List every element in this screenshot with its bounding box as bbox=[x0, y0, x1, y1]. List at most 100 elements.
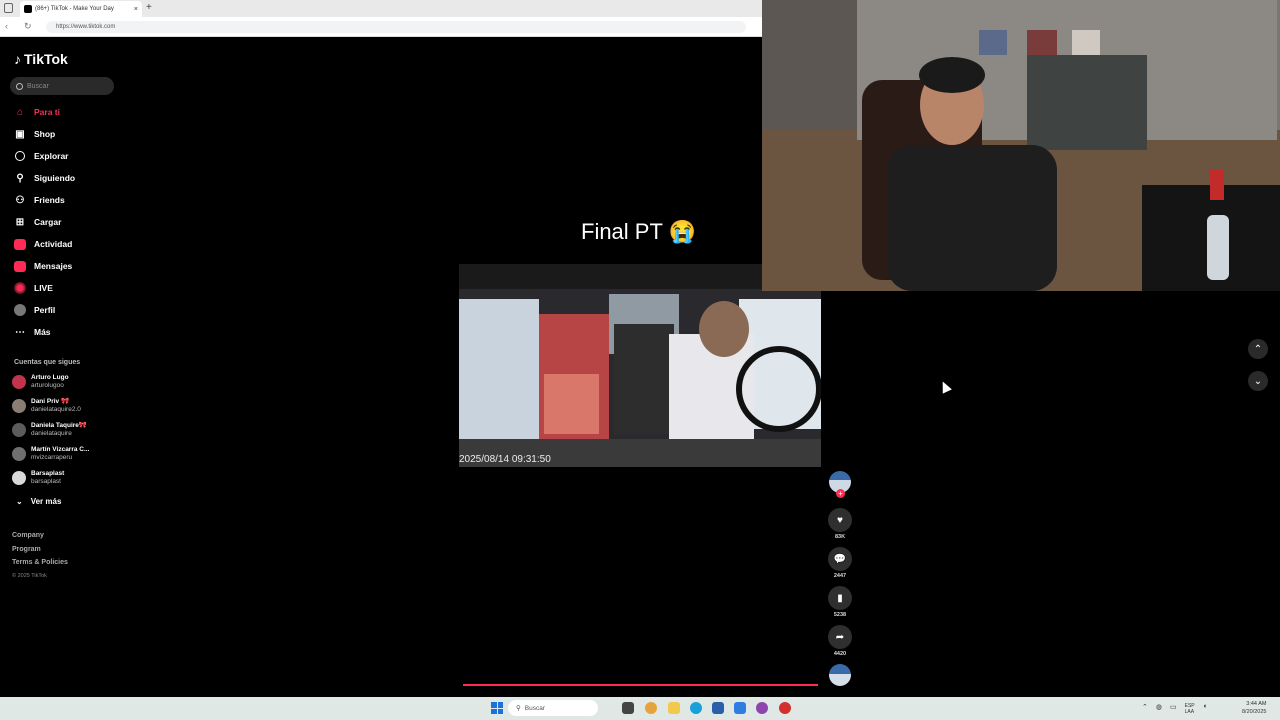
nav-item-actividad[interactable]: Actividad bbox=[14, 238, 72, 250]
tiktok-sidebar: ♪ TikTok Buscar ⌂ Para ti ▣ Shop Explora… bbox=[2, 37, 120, 693]
nav-label: Explorar bbox=[34, 151, 69, 161]
video-progress-bar[interactable] bbox=[463, 684, 819, 686]
followed-account[interactable]: Daniela Taquire🎀 danielataquire bbox=[12, 422, 87, 438]
webcam-image bbox=[762, 0, 1280, 291]
nav-item-cargar[interactable]: ⊞ Cargar bbox=[14, 216, 62, 228]
comment-count: 2447 bbox=[833, 573, 847, 579]
shop-icon: ▣ bbox=[15, 128, 25, 140]
dashcam-image bbox=[459, 264, 821, 467]
comment-action[interactable]: 💬 2447 bbox=[828, 547, 852, 579]
comment-icon[interactable]: 💬 bbox=[828, 547, 852, 571]
browser-tab[interactable]: (86+) TikTok - Make Your Day × bbox=[20, 1, 142, 17]
share-count: 4420 bbox=[833, 651, 847, 657]
bookmark-icon[interactable]: ▮ bbox=[828, 586, 852, 610]
system-tray: ⌃ ◍ ▭ ESP LAA ◖ bbox=[1142, 703, 1207, 715]
footer-link-program[interactable]: Program bbox=[12, 543, 68, 557]
chevron-down-icon: ⌄ bbox=[16, 497, 23, 506]
file-explorer-icon[interactable] bbox=[668, 702, 680, 714]
tiktok-favicon-icon bbox=[24, 5, 32, 13]
share-icon[interactable]: ➦ bbox=[828, 625, 852, 649]
edge-icon[interactable] bbox=[690, 702, 702, 714]
tab-actions-icon[interactable] bbox=[4, 3, 13, 13]
followed-account[interactable]: Dani Priv 🎀 danielataquire2.0 bbox=[12, 398, 81, 414]
chevron-up-icon: ⌃ bbox=[1253, 343, 1263, 355]
save-action[interactable]: ▮ 5238 bbox=[828, 586, 852, 618]
mouse-cursor bbox=[938, 379, 952, 394]
avatar bbox=[12, 471, 26, 485]
store-icon[interactable] bbox=[712, 702, 724, 714]
previous-video-button[interactable]: ⌃ bbox=[1248, 339, 1268, 359]
search-input[interactable]: Buscar bbox=[10, 77, 114, 95]
heart-icon[interactable]: ♥ bbox=[828, 508, 852, 532]
taskbar-search-label: Buscar bbox=[524, 704, 545, 712]
next-video-button[interactable]: ⌄ bbox=[1248, 371, 1268, 391]
followed-account[interactable]: Barsaplast barsaplast bbox=[12, 470, 64, 486]
nav-item-mas[interactable]: ⋯ Más bbox=[14, 326, 51, 338]
search-icon: ⚲ bbox=[516, 705, 521, 712]
ver-mas-button[interactable]: ⌄ Ver más bbox=[16, 497, 61, 506]
followed-account[interactable]: Arturo Lugo arturolugoo bbox=[12, 374, 69, 390]
tiktok-note-icon: ♪ bbox=[14, 51, 21, 67]
refresh-icon[interactable]: ↻ bbox=[24, 21, 32, 32]
taskbar-clock[interactable]: 3:44 AM 8/20/2025 bbox=[1242, 700, 1266, 716]
taskbar-search[interactable]: ⚲ Buscar bbox=[508, 700, 598, 716]
nav-item-live[interactable]: LIVE bbox=[14, 282, 53, 294]
share-action[interactable]: ➦ 4420 bbox=[828, 625, 852, 657]
volume-icon[interactable]: ◖ bbox=[1203, 703, 1207, 715]
nav-item-friends[interactable]: ⚇ Friends bbox=[14, 194, 65, 206]
logo-text: TikTok bbox=[24, 51, 68, 67]
address-bar: ‹ ↻ https://www.tiktok.com bbox=[0, 17, 762, 37]
nav-item-shop[interactable]: ▣ Shop bbox=[14, 128, 55, 140]
nav-item-perfil[interactable]: Perfil bbox=[14, 304, 55, 316]
profile-icon bbox=[14, 304, 26, 316]
video-timestamp: 2025/08/14 09:31:50 bbox=[459, 454, 551, 465]
account-user: mvizcarraperu bbox=[31, 454, 73, 461]
nav-label: Para ti bbox=[34, 107, 60, 117]
nav-item-explorar[interactable]: Explorar bbox=[14, 150, 69, 162]
nav-item-siguiendo[interactable]: ⚲ Siguiendo bbox=[14, 172, 75, 184]
nav-label: Siguiendo bbox=[34, 173, 76, 183]
chrome-icon[interactable] bbox=[645, 702, 657, 714]
app-icon[interactable] bbox=[756, 702, 768, 714]
nav-label: Friends bbox=[34, 195, 65, 205]
nav-label: Actividad bbox=[34, 239, 73, 249]
display-icon[interactable]: ▭ bbox=[1170, 703, 1177, 715]
windows-taskbar: ⚲ Buscar ⌃ ◍ ▭ ESP LAA ◖ 3:44 AM 8/20/20… bbox=[0, 697, 1280, 720]
activity-icon bbox=[14, 238, 26, 250]
follow-plus-icon[interactable]: + bbox=[836, 489, 845, 498]
account-name: Dani Priv 🎀 bbox=[31, 398, 70, 405]
footer-links: Company Program Terms & Policies © 2025 … bbox=[12, 529, 68, 583]
followed-account[interactable]: Martín Vizcarra C... mvizcarraperu bbox=[12, 446, 89, 462]
network-icon[interactable]: ◍ bbox=[1156, 703, 1162, 715]
following-icon: ⚲ bbox=[16, 172, 24, 184]
account-name: Barsaplast bbox=[31, 470, 65, 477]
task-view-icon[interactable] bbox=[622, 702, 634, 714]
like-count: 83K bbox=[834, 534, 846, 540]
ver-mas-label: Ver más bbox=[30, 497, 62, 506]
url-field[interactable]: https://www.tiktok.com bbox=[46, 21, 746, 33]
music-disc-avatar[interactable] bbox=[829, 664, 851, 686]
footer-link-company[interactable]: Company bbox=[12, 529, 68, 543]
more-icon: ⋯ bbox=[15, 326, 25, 338]
chevron-up-icon[interactable]: ⌃ bbox=[1142, 703, 1148, 715]
back-icon[interactable]: ‹ bbox=[5, 21, 8, 31]
tiktok-logo[interactable]: ♪ TikTok bbox=[14, 51, 68, 67]
clock-time: 3:44 AM bbox=[1246, 701, 1267, 707]
video-player[interactable] bbox=[459, 264, 821, 467]
nav-item-para-ti[interactable]: ⌂ Para ti bbox=[14, 106, 60, 118]
nav-label: Mensajes bbox=[34, 261, 73, 271]
lang-indicator[interactable]: ESP LAA bbox=[1185, 703, 1195, 715]
windows-start-icon[interactable] bbox=[491, 702, 503, 714]
like-action[interactable]: ♥ 83K bbox=[828, 508, 852, 540]
clock-date: 8/20/2025 bbox=[1242, 709, 1267, 715]
tab-close-icon[interactable]: × bbox=[134, 6, 138, 13]
new-tab-button[interactable]: + bbox=[146, 2, 152, 13]
app-icon[interactable] bbox=[779, 702, 791, 714]
search-placeholder: Buscar bbox=[27, 82, 49, 90]
upload-icon: ⊞ bbox=[15, 216, 25, 228]
footer-link-terms[interactable]: Terms & Policies bbox=[12, 556, 68, 570]
save-count: 5238 bbox=[833, 612, 847, 618]
tab-title: (86+) TikTok - Make Your Day bbox=[35, 6, 114, 12]
nav-item-mensajes[interactable]: Mensajes bbox=[14, 260, 72, 272]
mail-icon[interactable] bbox=[734, 702, 746, 714]
